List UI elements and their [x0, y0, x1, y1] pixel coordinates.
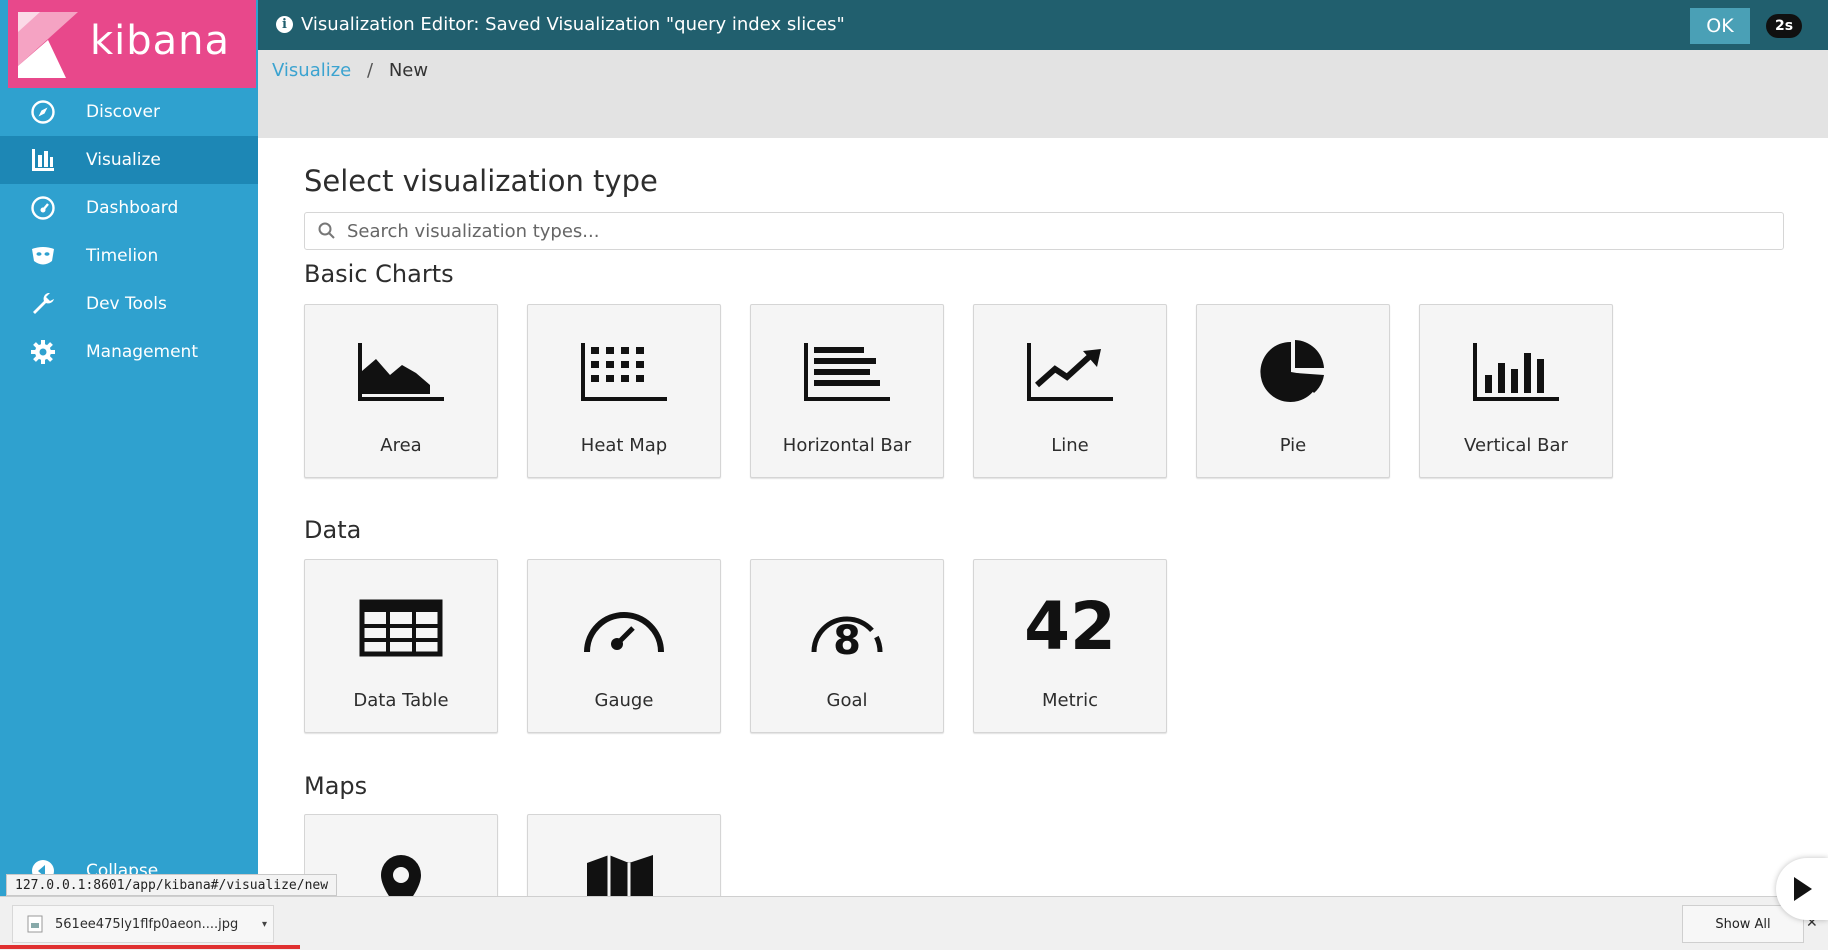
tile-vertical-bar[interactable]: Vertical Bar: [1419, 304, 1613, 478]
metric-value: 42: [1024, 588, 1116, 665]
tile-heat-map[interactable]: Heat Map: [527, 304, 721, 478]
timer-badge: 2s: [1766, 14, 1802, 38]
notification-text: Visualization Editor: Saved Visualizatio…: [301, 14, 845, 35]
sidebar-item-timelion[interactable]: Timelion: [0, 232, 258, 280]
breadcrumb: Visualize / New: [272, 60, 428, 81]
goal-icon: 8: [751, 594, 943, 660]
basic-charts-row: Area Heat Map Horizontal Bar Line Pie Ve…: [304, 304, 1642, 478]
line-chart-icon: [974, 339, 1166, 405]
tile-goal[interactable]: 8 Goal: [750, 559, 944, 733]
sidebar-item-dashboard[interactable]: Dashboard: [0, 184, 258, 232]
tile-metric[interactable]: 42 Metric: [973, 559, 1167, 733]
notification-message: i Visualization Editor: Saved Visualizat…: [276, 14, 845, 35]
tile-label: Pie: [1279, 435, 1307, 456]
tile-line[interactable]: Line: [973, 304, 1167, 478]
sidebar-item-management[interactable]: Management: [0, 328, 258, 376]
vertical-bar-icon: [1420, 339, 1612, 405]
wrench-icon: [30, 291, 56, 317]
sidebar-item-label: Visualize: [86, 150, 161, 170]
status-url: 127.0.0.1:8601/app/kibana#/visualize/new: [6, 874, 338, 896]
area-chart-icon: [305, 339, 497, 405]
breadcrumb-current: New: [388, 60, 429, 81]
sidebar-item-visualize[interactable]: Visualize: [0, 136, 258, 184]
heat-map-icon: [528, 339, 720, 405]
section-title-basic-charts: Basic Charts: [304, 260, 454, 288]
tile-label: Metric: [1042, 690, 1098, 711]
tile-label: Data Table: [353, 690, 449, 711]
brand-header[interactable]: kibana: [8, 0, 256, 88]
tile-label: Horizontal Bar: [782, 435, 912, 456]
tile-label: Area: [380, 435, 422, 456]
download-item[interactable]: 561ee475ly1flfp0aeon....jpg ▾: [12, 905, 274, 943]
tile-label: Gauge: [594, 690, 654, 711]
section-title-maps: Maps: [304, 772, 368, 800]
dashboard-gauge-icon: [30, 195, 56, 221]
sidebar-nav: Discover Visualize Dashboard Timelion De…: [0, 88, 258, 376]
maps-row: [304, 814, 750, 898]
info-icon: i: [276, 16, 293, 33]
pie-chart-icon: [1197, 339, 1389, 405]
timelion-mask-icon: [30, 243, 56, 269]
metric-icon: 42: [974, 594, 1166, 660]
sidebar-item-dev-tools[interactable]: Dev Tools: [0, 280, 258, 328]
tile-horizontal-bar[interactable]: Horizontal Bar: [750, 304, 944, 478]
section-title-data: Data: [304, 516, 362, 544]
breadcrumb-visualize-link[interactable]: Visualize: [272, 60, 351, 81]
sidebar-item-label: Discover: [86, 102, 160, 122]
download-bar: 561ee475ly1flfp0aeon....jpg ▾ Show All ✕: [0, 896, 1828, 950]
bar-chart-icon: [30, 147, 56, 173]
sidebar-item-label: Management: [86, 342, 198, 362]
brand-name: kibana: [90, 18, 231, 64]
sidebar: kibana Discover Visualize Dashboard Time…: [0, 0, 258, 949]
chevron-down-icon[interactable]: ▾: [262, 919, 267, 930]
tile-label: Heat Map: [580, 435, 668, 456]
sidebar-item-label: Dashboard: [86, 198, 179, 218]
file-icon: [27, 915, 43, 933]
notification-bar: i Visualization Editor: Saved Visualizat…: [258, 0, 1828, 50]
search-box[interactable]: [304, 212, 1784, 250]
main-content: Select visualization type Basic Charts A…: [258, 138, 1828, 898]
sidebar-item-label: Dev Tools: [86, 294, 167, 314]
play-icon: [1794, 877, 1812, 901]
tile-data-table[interactable]: Data Table: [304, 559, 498, 733]
sidebar-item-discover[interactable]: Discover: [0, 88, 258, 136]
region-map-icon: [528, 849, 720, 898]
search-icon: [318, 222, 335, 239]
page-title: Select visualization type: [304, 164, 658, 198]
compass-icon: [30, 99, 56, 125]
tile-area[interactable]: Area: [304, 304, 498, 478]
tile-label: Goal: [826, 690, 868, 711]
tile-label: Vertical Bar: [1464, 435, 1568, 456]
svg-text:8: 8: [833, 618, 861, 660]
gauge-icon: [528, 594, 720, 660]
sidebar-item-label: Timelion: [86, 246, 159, 266]
breadcrumb-separator: /: [367, 60, 374, 81]
gear-icon: [30, 339, 56, 365]
breadcrumb-bar: Visualize / New: [258, 50, 1828, 138]
data-table-icon: [305, 594, 497, 660]
data-row: Data Table Gauge 8 Goal 42 Metric: [304, 559, 1196, 733]
tile-label: Line: [1051, 435, 1089, 456]
kibana-logo-icon: [18, 12, 78, 78]
search-input[interactable]: [345, 215, 1783, 247]
tile-region-map[interactable]: [527, 814, 721, 898]
tile-pie[interactable]: Pie: [1196, 304, 1390, 478]
tile-gauge[interactable]: Gauge: [527, 559, 721, 733]
ok-button[interactable]: OK: [1690, 8, 1750, 44]
download-filename: 561ee475ly1flfp0aeon....jpg: [55, 916, 239, 932]
horizontal-bar-icon: [751, 339, 943, 405]
progress-line: [0, 945, 300, 949]
